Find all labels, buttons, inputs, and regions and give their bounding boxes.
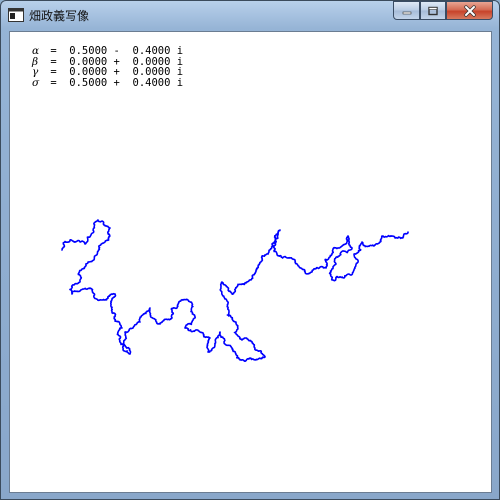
window-title: 畑政義写像: [29, 9, 90, 23]
maximize-icon: [428, 6, 438, 15]
close-icon: [463, 4, 476, 17]
hata-map-fractal: [61, 219, 409, 362]
maximize-button[interactable]: [420, 1, 446, 20]
title-bar[interactable]: 畑政義写像: [1, 1, 499, 29]
close-button[interactable]: [446, 1, 493, 20]
app-window-icon: [8, 8, 24, 22]
fractal-curve: [61, 219, 409, 362]
minimize-button[interactable]: [393, 1, 420, 20]
minimize-icon: [402, 11, 411, 14]
drawing-area: α = 0.5000 - 0.4000 i β = 0.0000 + 0.000…: [9, 31, 492, 493]
app-window: 畑政義写像 α = 0.5000 - 0.4000 i β = 0.0000 +…: [0, 0, 500, 500]
